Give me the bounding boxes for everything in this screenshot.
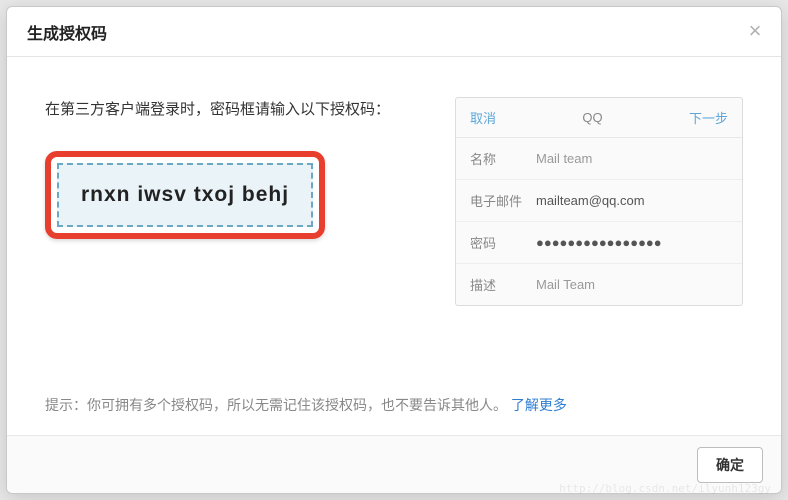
code-highlight-frame: rnxn iwsv txoj behj bbox=[45, 151, 325, 239]
phone-cancel-button[interactable]: 取消 bbox=[470, 108, 496, 127]
phone-label-password: 密码 bbox=[470, 233, 536, 252]
phone-row-password: 密码 ●●●●●●●●●●●●●●●● bbox=[456, 222, 742, 264]
phone-value-password: ●●●●●●●●●●●●●●●● bbox=[536, 235, 662, 250]
left-column: 在第三方客户端登录时，密码框请输入以下授权码： rnxn iwsv txoj b… bbox=[45, 97, 425, 239]
tip-row: 提示：你可拥有多个授权码，所以无需记住该授权码，也不要告诉其他人。 了解更多 bbox=[45, 365, 743, 415]
dialog-title: 生成授权码 bbox=[27, 20, 107, 44]
phone-row-name: 名称 Mail team bbox=[456, 138, 742, 180]
dialog-footer: 确定 bbox=[7, 435, 781, 493]
confirm-button[interactable]: 确定 bbox=[697, 447, 763, 483]
phone-title: QQ bbox=[582, 110, 602, 125]
phone-value-email: mailteam@qq.com bbox=[536, 193, 645, 208]
phone-value-desc: Mail Team bbox=[536, 277, 595, 292]
instruction-text: 在第三方客户端登录时，密码框请输入以下授权码： bbox=[45, 97, 425, 123]
right-column: 取消 QQ 下一步 名称 Mail team 电子邮件 mailteam@qq.… bbox=[455, 97, 743, 306]
auth-code-box: rnxn iwsv txoj behj bbox=[57, 163, 313, 227]
phone-label-email: 电子邮件 bbox=[470, 191, 536, 210]
phone-preview-panel: 取消 QQ 下一步 名称 Mail team 电子邮件 mailteam@qq.… bbox=[455, 97, 743, 306]
phone-next-button[interactable]: 下一步 bbox=[689, 108, 728, 127]
phone-label-desc: 描述 bbox=[470, 275, 536, 294]
dialog-body: 在第三方客户端登录时，密码框请输入以下授权码： rnxn iwsv txoj b… bbox=[7, 57, 781, 435]
phone-value-name: Mail team bbox=[536, 151, 592, 166]
auth-code-dialog: 生成授权码 × 在第三方客户端登录时，密码框请输入以下授权码： rnxn iws… bbox=[6, 6, 782, 494]
body-top: 在第三方客户端登录时，密码框请输入以下授权码： rnxn iwsv txoj b… bbox=[45, 97, 743, 306]
tip-text: 提示：你可拥有多个授权码，所以无需记住该授权码，也不要告诉其他人。 bbox=[45, 397, 507, 413]
phone-panel-header: 取消 QQ 下一步 bbox=[456, 98, 742, 138]
phone-row-desc: 描述 Mail Team bbox=[456, 264, 742, 305]
learn-more-link[interactable]: 了解更多 bbox=[511, 397, 567, 413]
phone-row-email: 电子邮件 mailteam@qq.com bbox=[456, 180, 742, 222]
phone-label-name: 名称 bbox=[470, 149, 536, 168]
dialog-header: 生成授权码 × bbox=[7, 7, 781, 57]
close-icon[interactable]: × bbox=[745, 22, 765, 42]
